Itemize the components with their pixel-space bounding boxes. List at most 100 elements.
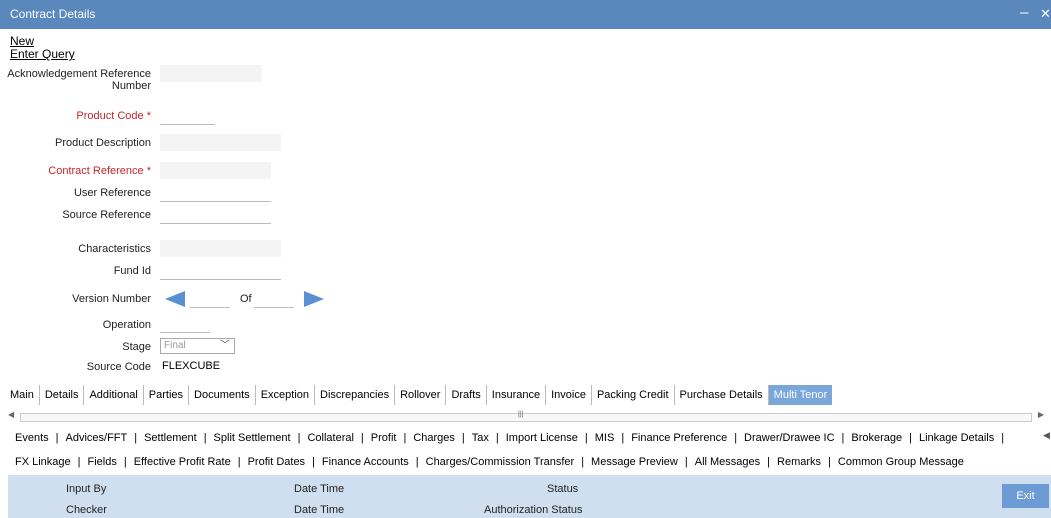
source-reference-label: Source Reference xyxy=(62,209,151,221)
link-effective-profit-rate[interactable]: Effective Profit Rate xyxy=(134,456,231,468)
tab-packing-credit[interactable]: Packing Credit xyxy=(592,385,675,405)
stage-select-value: Final xyxy=(164,340,186,351)
window-titlebar: Contract Details – ✕ xyxy=(0,0,1051,29)
ack-ref-field[interactable] xyxy=(160,65,262,82)
next-version-icon[interactable] xyxy=(304,291,324,307)
tab-insurance[interactable]: Insurance xyxy=(487,385,547,405)
user-reference-field[interactable] xyxy=(160,185,271,202)
operation-label: Operation xyxy=(102,319,151,331)
link-separator: | xyxy=(495,432,499,444)
link-collateral[interactable]: Collateral xyxy=(307,432,353,444)
tab-parties[interactable]: Parties xyxy=(144,385,190,405)
operation-field xyxy=(160,316,210,333)
link-import-license[interactable]: Import License xyxy=(506,432,578,444)
link-separator: | xyxy=(1001,432,1005,444)
stage-select[interactable]: Final ﹀ xyxy=(160,338,235,354)
link-message-preview[interactable]: Message Preview xyxy=(591,456,678,468)
tab-discrepancies[interactable]: Discrepancies xyxy=(315,385,396,405)
tab-purchase-details[interactable]: Purchase Details xyxy=(675,385,769,405)
tab-bar: Main Details Additional Parties Documents Exc… xyxy=(8,385,833,405)
source-reference-field[interactable] xyxy=(160,207,271,224)
link-profit-dates[interactable]: Profit Dates xyxy=(248,456,305,468)
product-code-field[interactable] xyxy=(160,108,215,125)
link-profit[interactable]: Profit xyxy=(371,432,397,444)
more-links-icon[interactable]: ◀ xyxy=(1043,430,1050,441)
characteristics-label: Characteristics xyxy=(78,243,151,255)
tab-multi-tenor[interactable]: Multi Tenor xyxy=(768,385,833,405)
link-finance-preference[interactable]: Finance Preference xyxy=(631,432,727,444)
link-separator: | xyxy=(360,432,364,444)
source-code-value: FLEXCUBE xyxy=(162,360,221,372)
exit-button[interactable]: Exit xyxy=(1002,484,1049,508)
link-separator: | xyxy=(581,456,585,468)
scroll-track[interactable] xyxy=(20,413,1032,422)
link-separator: | xyxy=(203,432,207,444)
link-linkage-details[interactable]: Linkage Details xyxy=(919,432,994,444)
link-separator: | xyxy=(621,432,625,444)
close-icon[interactable]: ✕ xyxy=(1040,6,1051,22)
link-charges[interactable]: Charges xyxy=(413,432,455,444)
prev-version-icon[interactable] xyxy=(165,291,185,307)
tab-rollover[interactable]: Rollover xyxy=(395,385,447,405)
of-label: Of xyxy=(240,293,252,305)
tab-invoice[interactable]: Invoice xyxy=(546,385,592,405)
chevron-down-icon: ﹀ xyxy=(220,340,230,351)
tab-drafts[interactable]: Drafts xyxy=(446,385,487,405)
input-by-label: Input By xyxy=(66,483,107,495)
contract-reference-field[interactable] xyxy=(160,162,271,179)
link-separator: | xyxy=(684,456,688,468)
tab-exception[interactable]: Exception xyxy=(256,385,315,405)
link-separator: | xyxy=(461,432,465,444)
tab-documents[interactable]: Documents xyxy=(189,385,256,405)
product-code-label: Product Code * xyxy=(76,110,151,122)
link-remarks[interactable]: Remarks xyxy=(777,456,821,468)
scroll-right-icon[interactable]: ▶ xyxy=(1038,410,1044,419)
link-fields[interactable]: Fields xyxy=(88,456,117,468)
version-number-label: Version Number xyxy=(72,293,151,305)
horizontal-scrollbar[interactable]: ◀ ||| ▶ xyxy=(8,410,1044,422)
link-common-group-message[interactable]: Common Group Message xyxy=(838,456,964,468)
enter-query-link[interactable]: Enter Query xyxy=(10,47,75,61)
link-all-messages[interactable]: All Messages xyxy=(695,456,760,468)
link-separator: | xyxy=(767,456,771,468)
link-split-settlement[interactable]: Split Settlement xyxy=(214,432,291,444)
version-number-field[interactable] xyxy=(190,291,230,308)
link-separator: | xyxy=(403,432,407,444)
scroll-left-icon[interactable]: ◀ xyxy=(8,410,14,419)
audit-footer: Input By Date Time Status Checker Date T… xyxy=(8,475,1051,518)
contract-reference-label: Contract Reference * xyxy=(48,165,151,177)
checker-date-time-label: Date Time xyxy=(294,504,345,516)
link-mis[interactable]: MIS xyxy=(595,432,615,444)
link-separator: | xyxy=(312,456,315,468)
link-drawer-drawee-ic[interactable]: Drawer/Drawee IC xyxy=(744,432,834,444)
product-description-field xyxy=(160,134,281,151)
link-settlement[interactable]: Settlement xyxy=(144,432,197,444)
link-finance-accounts[interactable]: Finance Accounts xyxy=(322,456,409,468)
fund-id-label: Fund Id xyxy=(113,265,151,277)
minimize-icon[interactable]: – xyxy=(1020,4,1028,21)
link-separator: | xyxy=(123,456,127,468)
window-title: Contract Details xyxy=(10,7,96,21)
product-description-label: Product Description xyxy=(55,137,151,149)
tab-additional[interactable]: Additional xyxy=(84,385,144,405)
new-link[interactable]: New xyxy=(10,34,34,48)
link-advices-fft[interactable]: Advices/FFT xyxy=(66,432,128,444)
link-separator: | xyxy=(297,432,301,444)
version-total-field xyxy=(254,291,294,308)
source-code-label: Source Code xyxy=(86,361,151,373)
fund-id-field[interactable] xyxy=(160,263,281,280)
scroll-grip-icon[interactable]: ||| xyxy=(518,411,523,418)
link-separator: | xyxy=(909,432,912,444)
link-tax[interactable]: Tax xyxy=(472,432,489,444)
characteristics-field xyxy=(160,240,281,257)
authorization-status-label: Authorization Status xyxy=(484,504,583,516)
link-separator: | xyxy=(841,432,845,444)
link-fx-linkage[interactable]: FX Linkage xyxy=(15,456,71,468)
tab-details[interactable]: Details xyxy=(40,385,85,405)
stage-label: Stage xyxy=(122,341,151,353)
link-events[interactable]: Events xyxy=(15,432,49,444)
tab-main[interactable]: Main xyxy=(8,385,40,405)
link-charges-commission-transfer[interactable]: Charges/Commission Transfer xyxy=(426,456,575,468)
link-brokerage[interactable]: Brokerage xyxy=(851,432,902,444)
checker-label: Checker xyxy=(66,504,107,516)
